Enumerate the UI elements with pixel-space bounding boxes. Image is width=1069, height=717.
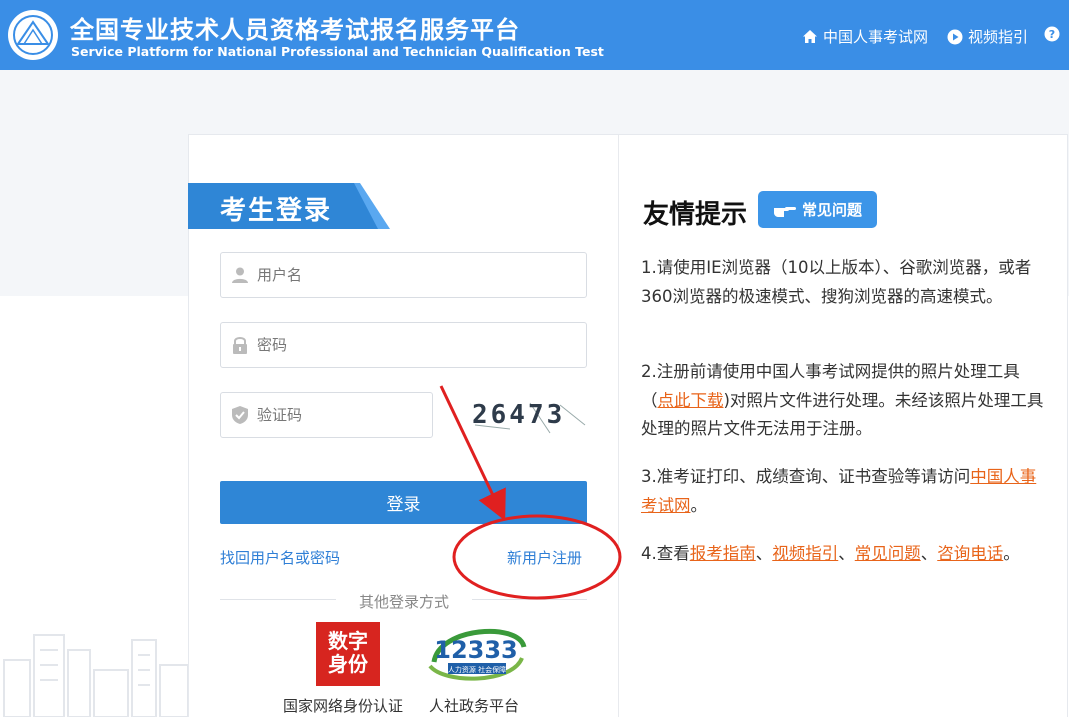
site-title: 全国专业技术人员资格考试报名服务平台: [70, 16, 520, 44]
exam-guide-link[interactable]: 报考指南: [690, 544, 756, 563]
faq-button[interactable]: 常见问题: [758, 191, 877, 228]
svg-text:?: ?: [1049, 28, 1055, 41]
photo-tool-download-link[interactable]: 点此下载: [658, 391, 724, 410]
tip-help-text-b: 。: [1003, 544, 1020, 563]
hrss-logo-subtitle: 人力资源 社会保障: [448, 665, 506, 674]
tip-cpta-text-a: 3.准考证打印、成绩查询、证书查验等请访问: [641, 467, 971, 486]
tip-browser: 1.请使用IE浏览器（10以上版本）、谷歌浏览器，或者360浏览器的极速模式、搜…: [641, 258, 1032, 306]
hrss-platform-caption: 人社政务平台: [429, 697, 520, 715]
nav-link-video-guide-label: 视频指引: [968, 28, 1029, 46]
pta-logo: [8, 10, 58, 60]
username-field[interactable]: [220, 252, 587, 298]
digital-id-login-button[interactable]: 数字 身份: [316, 622, 380, 686]
site-subtitle: Service Platform for National Profession…: [71, 44, 604, 59]
other-methods-divider-left: [220, 599, 336, 600]
digital-id-caption: 国家网络身份认证: [283, 697, 404, 715]
tip-cpta-services: 3.准考证打印、成绩查询、证书查验等请访问中国人事考试网。: [641, 463, 1049, 520]
nav-link-video-guide[interactable]: 视频指引: [947, 26, 1028, 47]
faq-link[interactable]: 常见问题: [855, 544, 921, 563]
faq-button-label: 常见问题: [801, 201, 862, 219]
hrss-logo-number: 12333: [434, 636, 518, 664]
other-methods-label: 其他登录方式: [358, 593, 449, 611]
captcha-code-text: 26473: [472, 400, 565, 430]
username-input[interactable]: [257, 266, 586, 284]
login-button[interactable]: 登录: [220, 481, 587, 524]
other-methods-divider-right: [472, 599, 587, 600]
digital-id-logo-line2: 身份: [328, 652, 368, 676]
login-tab-title: 考生登录: [220, 196, 333, 226]
card-divider: [618, 135, 619, 717]
play-icon: [947, 29, 963, 44]
tip-help-text-a: 4.查看: [641, 544, 690, 563]
tip-cpta-text-b: 。: [690, 495, 708, 515]
captcha-field[interactable]: [220, 392, 433, 438]
video-guide-link[interactable]: 视频指引: [772, 544, 838, 563]
nav-link-cpta-label: 中国人事考试网: [823, 28, 929, 46]
tip-help-links: 4.查看报考指南、视频指引、常见问题、咨询电话。: [641, 540, 1049, 569]
tip-help-separator-3: 、: [920, 544, 938, 563]
hotline-link[interactable]: 咨询电话: [937, 544, 1003, 563]
captcha-image[interactable]: 26473: [470, 395, 588, 437]
city-skyline-decoration: [3, 634, 189, 717]
tip-help-separator-1: 、: [755, 544, 773, 563]
top-header-bar: 全国专业技术人员资格考试报名服务平台 Service Platform for …: [0, 0, 1069, 70]
captcha-input[interactable]: [257, 406, 432, 424]
shield-check-icon: [232, 406, 248, 424]
forgot-credentials-link[interactable]: 找回用户名或密码: [220, 547, 340, 568]
pta-logo-icon: [13, 15, 53, 55]
password-input[interactable]: [257, 336, 586, 354]
register-link[interactable]: 新用户注册: [507, 547, 582, 568]
tip-photo-tool: 2.注册前请使用中国人事考试网提供的照片处理工具（点此下载)对照片文件进行处理。…: [641, 358, 1049, 444]
help-icon: ?: [1044, 26, 1060, 42]
home-icon: [803, 30, 817, 43]
password-field[interactable]: [220, 322, 587, 368]
hrss-12333-login-button[interactable]: 12333 人力资源 社会保障: [424, 622, 528, 686]
nav-help-button[interactable]: ?: [1044, 26, 1065, 42]
tip-help-separator-2: 、: [838, 544, 855, 563]
pointing-hand-icon: [773, 206, 796, 217]
lock-icon: [233, 337, 247, 354]
digital-id-logo-line1: 数字: [328, 629, 368, 653]
user-icon: [232, 267, 248, 283]
tips-title: 友情提示: [643, 200, 748, 230]
nav-link-cpta[interactable]: 中国人事考试网: [802, 26, 928, 47]
